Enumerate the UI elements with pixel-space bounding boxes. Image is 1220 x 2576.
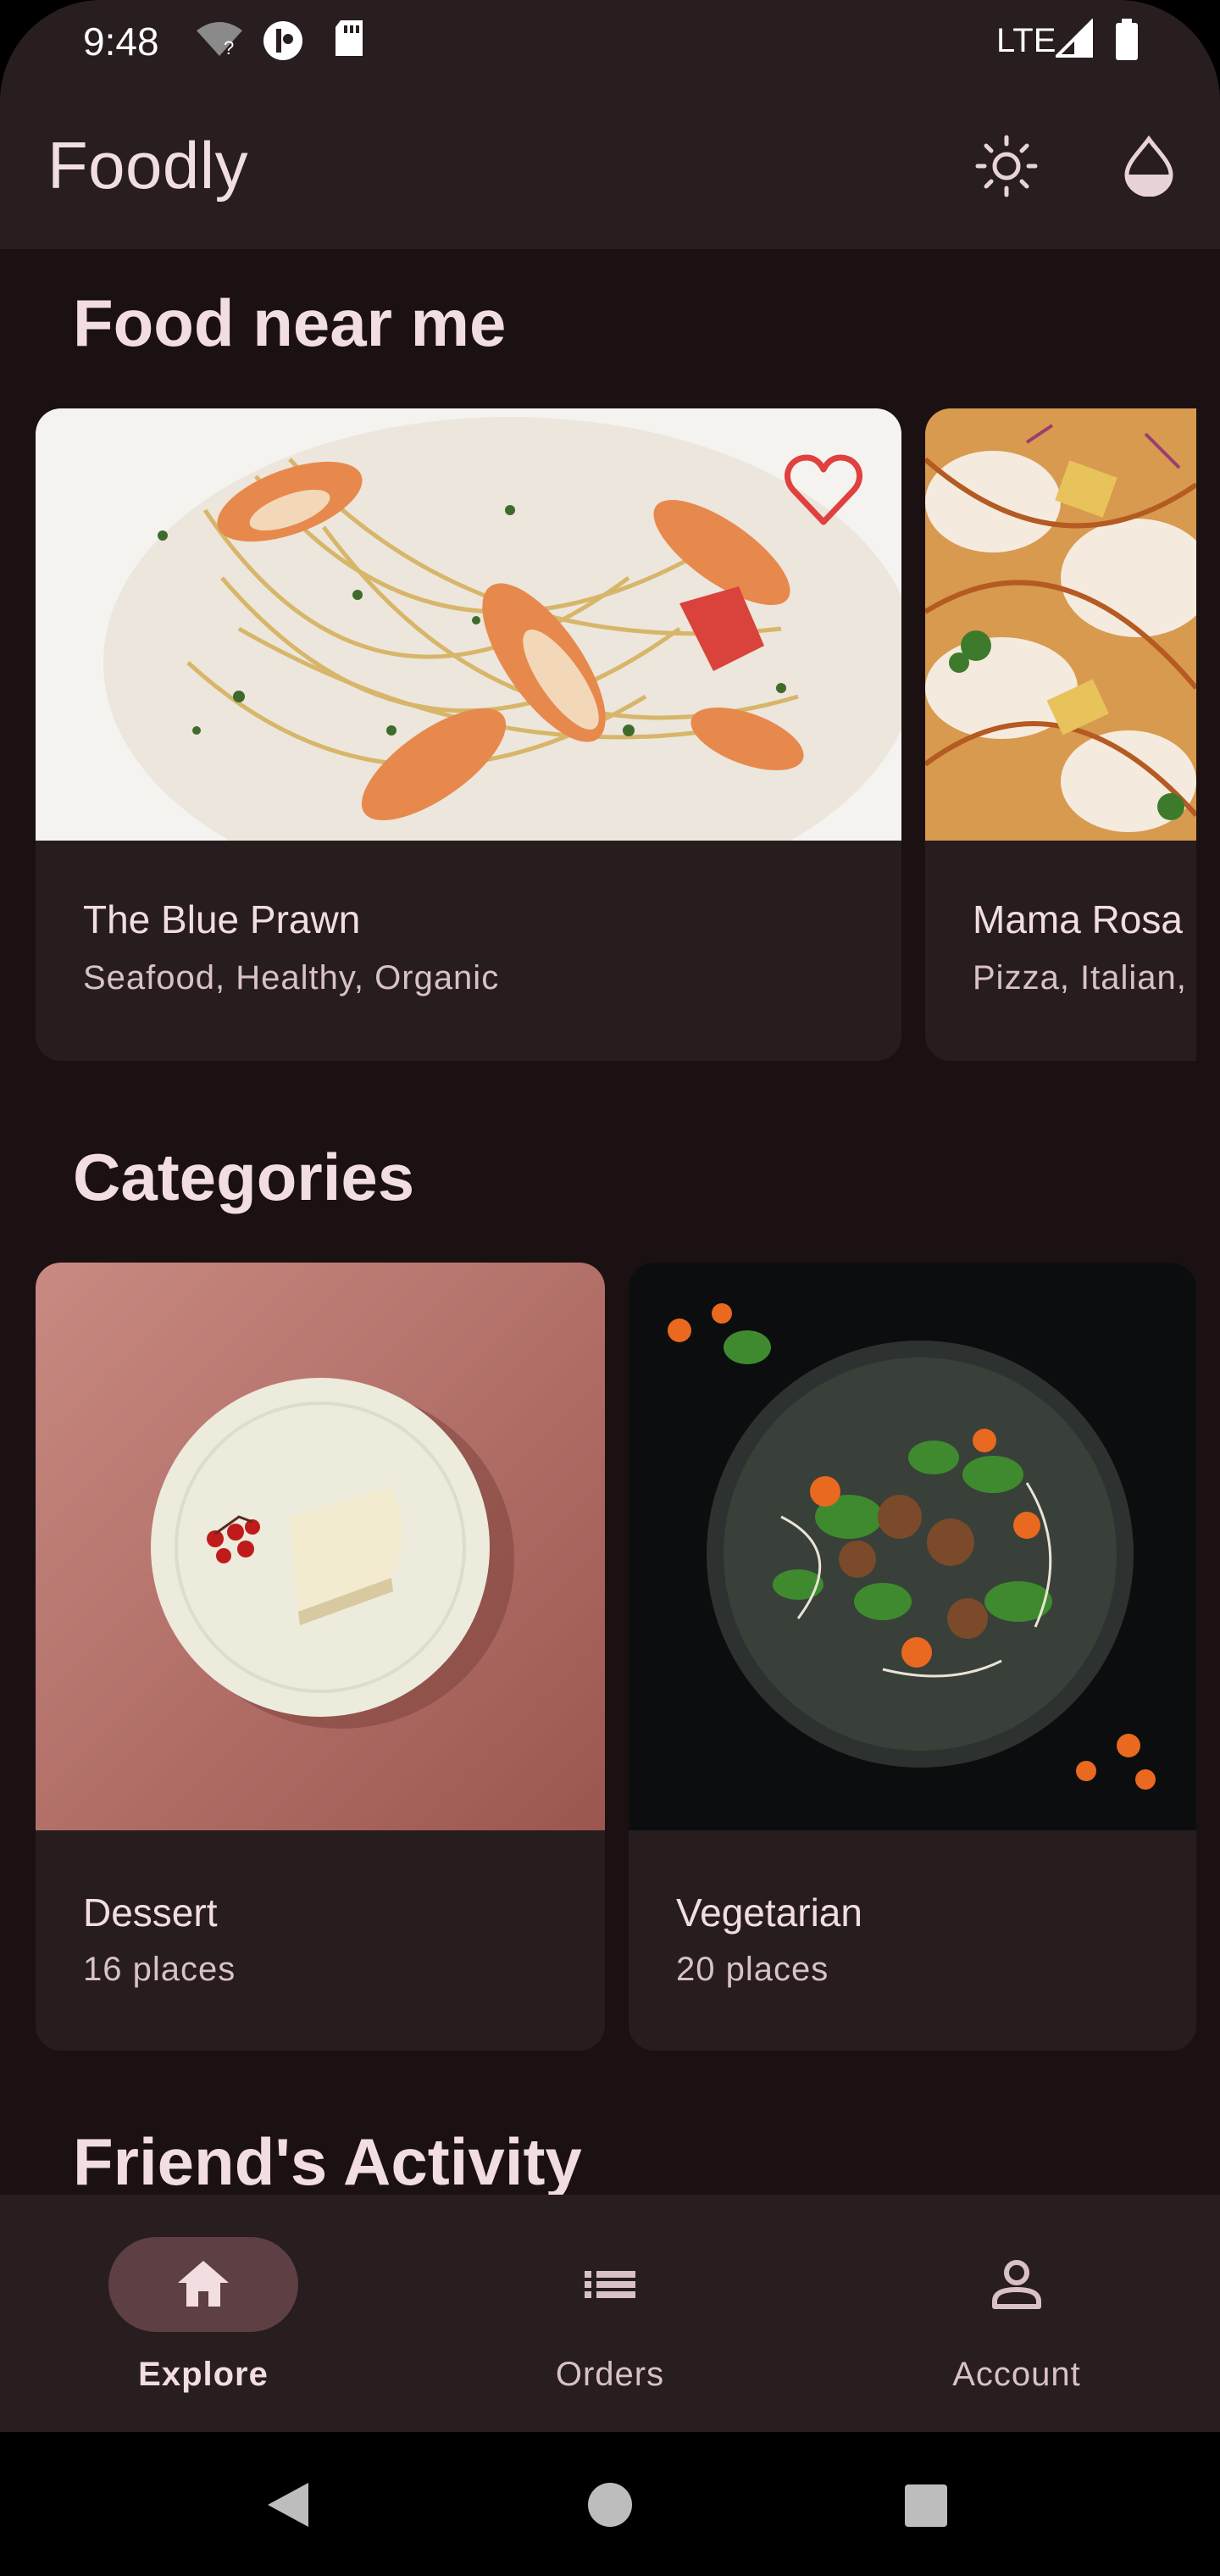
home-icon [173,2254,234,2315]
category-card-vegetarian[interactable]: Vegetarian 20 places [629,1263,1196,2051]
sd-card-icon [332,19,366,64]
svg-text:?: ? [224,37,234,58]
nav-label: Account [952,2356,1081,2393]
restaurant-name: The Blue Prawn [83,897,361,941]
list-icon [580,2254,640,2315]
nav-label: Orders [555,2356,665,2393]
data-saver-icon [261,19,305,67]
category-photo-vegetarian [629,1263,1196,1830]
category-name: Dessert [83,1890,218,1935]
brightness-icon [973,132,1040,204]
section-title-categories: Categories [73,1140,415,1214]
nav-item-explore[interactable]: Explore [68,2237,339,2407]
home-button[interactable] [586,2481,634,2533]
heart-icon [783,454,864,532]
category-card-dessert[interactable]: Dessert 16 places [36,1263,605,2051]
favorite-button[interactable] [783,452,864,529]
restaurant-photo-pizza [925,408,1196,841]
nav-label: Explore [138,2356,269,2393]
category-name: Vegetarian [676,1890,862,1935]
person-icon [986,2254,1047,2315]
restaurant-name: Mama Rosa [973,897,1183,941]
top-app-bar: Foodly [0,85,1220,249]
status-time: 9:48 [83,19,159,64]
restaurant-tags: Seafood, Healthy, Organic [83,959,500,997]
back-button[interactable] [264,2479,312,2534]
status-bar: 9:48 ? LTE [0,0,1220,85]
restaurant-photo-seafood-pasta [36,408,901,908]
battery-icon [1115,19,1139,65]
category-photo-dessert [36,1263,605,1830]
wifi-icon: ? [195,19,244,64]
category-count: 20 places [676,1951,829,1988]
network-type: LTE [996,22,1056,59]
nav-item-account[interactable]: Account [881,2237,1152,2407]
explore-content[interactable]: Food near me The Blue Prawn Seafood, Hea… [0,249,1220,2195]
restaurant-card[interactable]: The Blue Prawn Seafood, Healthy, Organic [36,408,901,1061]
category-count: 16 places [83,1951,236,1988]
phone-screen: 9:48 ? LTE Foodly Food near me The Blue … [0,0,1220,2576]
restaurant-tags: Pizza, Italian, [973,959,1187,997]
signal-icon [1053,18,1093,64]
section-title-food-near-me: Food near me [73,286,507,360]
bottom-navigation-bar: Explore Orders Account [0,2195,1220,2432]
water-drop-icon [1122,135,1176,201]
system-navigation-bar [0,2432,1220,2576]
nav-item-orders[interactable]: Orders [474,2237,746,2407]
section-title-friends-activity: Friend's Activity [73,2124,582,2195]
restaurant-card[interactable]: Mama Rosa Pizza, Italian, [925,408,1196,1061]
theme-color-button[interactable] [1112,130,1186,205]
recents-button[interactable] [903,2483,949,2533]
brightness-button[interactable] [969,130,1044,205]
app-title: Foodly [47,128,249,203]
